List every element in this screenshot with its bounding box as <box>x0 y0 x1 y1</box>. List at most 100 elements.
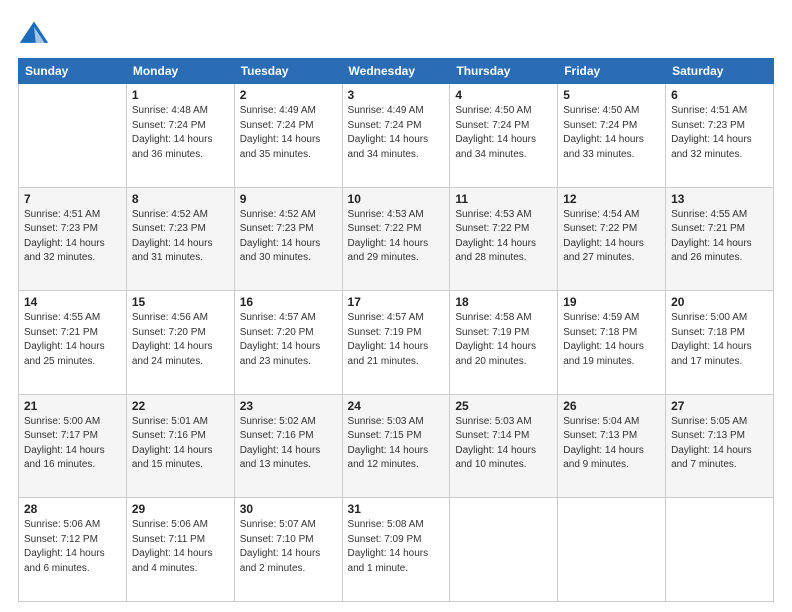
calendar-cell: 6Sunrise: 4:51 AM Sunset: 7:23 PM Daylig… <box>666 84 774 188</box>
calendar-cell <box>450 498 558 602</box>
cell-day-number: 6 <box>671 88 768 102</box>
calendar-cell: 29Sunrise: 5:06 AM Sunset: 7:11 PM Dayli… <box>126 498 234 602</box>
cell-info-text: Sunrise: 4:49 AM Sunset: 7:24 PM Dayligh… <box>240 104 337 162</box>
calendar-cell: 19 Sunrise: 4:59 AM Sunset: 7:18 PM Dayli… <box>558 291 666 395</box>
cell-day-number: 24 <box>348 399 445 413</box>
calendar-cell: 28Sunrise: 5:06 AM Sunset: 7:12 PM Dayli… <box>19 498 127 602</box>
cell-day-number: 1 <box>132 88 229 102</box>
cell-info-text: Sunrise: 4:50 AM Sunset: 7:24 PM Dayligh… <box>455 104 552 162</box>
cell-day-number: 19 <box>563 295 660 309</box>
logo-icon <box>18 18 50 50</box>
calendar-cell <box>666 498 774 602</box>
calendar-cell: 31 Sunrise: 5:08 AM Sunset: 7:09 PM Dayli… <box>342 498 450 602</box>
calendar-header-thursday: Thursday <box>450 59 558 84</box>
cell-day-number: 5 <box>563 88 660 102</box>
calendar-cell: 30 Sunrise: 5:07 AM Sunset: 7:10 PM Dayli… <box>234 498 342 602</box>
cell-info-text: Sunrise: 5:05 AM Sunset: 7:13 PM Dayligh… <box>671 415 768 473</box>
calendar-header-saturday: Saturday <box>666 59 774 84</box>
calendar-cell <box>19 84 127 188</box>
cell-info-text: Sunrise: 4:52 AM Sunset: 7:23 PM Dayligh… <box>240 208 337 266</box>
cell-info-text: Sunrise: 4:49 AM Sunset: 7:24 PM Dayligh… <box>348 104 445 162</box>
cell-info-text: Sunrise: 5:00 AM Sunset: 7:18 PM Dayligh… <box>671 311 768 369</box>
cell-day-number: 15 <box>132 295 229 309</box>
calendar-header-wednesday: Wednesday <box>342 59 450 84</box>
cell-day-number: 10 <box>348 192 445 206</box>
calendar-table: SundayMondayTuesdayWednesdayThursdayFrid… <box>18 58 774 602</box>
cell-day-number: 26 <box>563 399 660 413</box>
cell-day-number: 11 <box>455 192 552 206</box>
cell-info-text: Sunrise: 4:59 AM Sunset: 7:18 PM Dayligh… <box>563 311 660 369</box>
cell-info-text: Sunrise: 5:08 AM Sunset: 7:09 PM Dayligh… <box>348 518 445 576</box>
calendar-cell: 16 Sunrise: 4:57 AM Sunset: 7:20 PM Dayli… <box>234 291 342 395</box>
cell-info-text: Sunrise: 4:53 AM Sunset: 7:22 PM Dayligh… <box>348 208 445 266</box>
cell-day-number: 25 <box>455 399 552 413</box>
calendar-cell: 24 Sunrise: 5:03 AM Sunset: 7:15 PM Dayli… <box>342 394 450 498</box>
cell-info-text: Sunrise: 5:01 AM Sunset: 7:16 PM Dayligh… <box>132 415 229 473</box>
cell-info-text: Sunrise: 4:51 AM Sunset: 7:23 PM Dayligh… <box>24 208 121 266</box>
calendar-week-2: 14Sunrise: 4:55 AM Sunset: 7:21 PM Dayli… <box>19 291 774 395</box>
calendar-cell <box>558 498 666 602</box>
calendar-cell: 7 Sunrise: 4:51 AM Sunset: 7:23 PM Daylig… <box>19 187 127 291</box>
calendar-header-friday: Friday <box>558 59 666 84</box>
calendar-header-sunday: Sunday <box>19 59 127 84</box>
cell-day-number: 7 <box>24 192 121 206</box>
cell-day-number: 27 <box>671 399 768 413</box>
calendar-week-1: 7 Sunrise: 4:51 AM Sunset: 7:23 PM Daylig… <box>19 187 774 291</box>
calendar-week-4: 28Sunrise: 5:06 AM Sunset: 7:12 PM Dayli… <box>19 498 774 602</box>
cell-day-number: 22 <box>132 399 229 413</box>
cell-day-number: 18 <box>455 295 552 309</box>
calendar-header-monday: Monday <box>126 59 234 84</box>
cell-day-number: 21 <box>24 399 121 413</box>
cell-info-text: Sunrise: 4:57 AM Sunset: 7:20 PM Dayligh… <box>240 311 337 369</box>
cell-info-text: Sunrise: 4:55 AM Sunset: 7:21 PM Dayligh… <box>24 311 121 369</box>
cell-day-number: 12 <box>563 192 660 206</box>
calendar-header-tuesday: Tuesday <box>234 59 342 84</box>
cell-info-text: Sunrise: 4:48 AM Sunset: 7:24 PM Dayligh… <box>132 104 229 162</box>
calendar-cell: 13 Sunrise: 4:55 AM Sunset: 7:21 PM Dayli… <box>666 187 774 291</box>
cell-day-number: 9 <box>240 192 337 206</box>
cell-info-text: Sunrise: 5:06 AM Sunset: 7:11 PM Dayligh… <box>132 518 229 576</box>
cell-info-text: Sunrise: 4:58 AM Sunset: 7:19 PM Dayligh… <box>455 311 552 369</box>
calendar-cell: 26 Sunrise: 5:04 AM Sunset: 7:13 PM Dayli… <box>558 394 666 498</box>
cell-day-number: 20 <box>671 295 768 309</box>
calendar-cell: 1 Sunrise: 4:48 AM Sunset: 7:24 PM Daylig… <box>126 84 234 188</box>
calendar-cell: 3Sunrise: 4:49 AM Sunset: 7:24 PM Daylig… <box>342 84 450 188</box>
calendar-cell: 15 Sunrise: 4:56 AM Sunset: 7:20 PM Dayli… <box>126 291 234 395</box>
calendar-week-0: 1 Sunrise: 4:48 AM Sunset: 7:24 PM Daylig… <box>19 84 774 188</box>
cell-day-number: 13 <box>671 192 768 206</box>
cell-day-number: 8 <box>132 192 229 206</box>
logo <box>18 18 54 50</box>
cell-day-number: 30 <box>240 502 337 516</box>
cell-info-text: Sunrise: 4:53 AM Sunset: 7:22 PM Dayligh… <box>455 208 552 266</box>
calendar-week-3: 21Sunrise: 5:00 AM Sunset: 7:17 PM Dayli… <box>19 394 774 498</box>
cell-info-text: Sunrise: 5:03 AM Sunset: 7:15 PM Dayligh… <box>348 415 445 473</box>
cell-day-number: 28 <box>24 502 121 516</box>
cell-day-number: 31 <box>348 502 445 516</box>
calendar-cell: 22 Sunrise: 5:01 AM Sunset: 7:16 PM Dayli… <box>126 394 234 498</box>
cell-day-number: 2 <box>240 88 337 102</box>
cell-info-text: Sunrise: 4:50 AM Sunset: 7:24 PM Dayligh… <box>563 104 660 162</box>
calendar-cell: 11 Sunrise: 4:53 AM Sunset: 7:22 PM Dayli… <box>450 187 558 291</box>
calendar-cell: 12 Sunrise: 4:54 AM Sunset: 7:22 PM Dayli… <box>558 187 666 291</box>
cell-info-text: Sunrise: 4:54 AM Sunset: 7:22 PM Dayligh… <box>563 208 660 266</box>
cell-day-number: 17 <box>348 295 445 309</box>
cell-info-text: Sunrise: 4:52 AM Sunset: 7:23 PM Dayligh… <box>132 208 229 266</box>
calendar-cell: 2 Sunrise: 4:49 AM Sunset: 7:24 PM Daylig… <box>234 84 342 188</box>
cell-info-text: Sunrise: 4:55 AM Sunset: 7:21 PM Dayligh… <box>671 208 768 266</box>
cell-day-number: 4 <box>455 88 552 102</box>
cell-info-text: Sunrise: 5:07 AM Sunset: 7:10 PM Dayligh… <box>240 518 337 576</box>
calendar-cell: 17Sunrise: 4:57 AM Sunset: 7:19 PM Dayli… <box>342 291 450 395</box>
cell-info-text: Sunrise: 5:02 AM Sunset: 7:16 PM Dayligh… <box>240 415 337 473</box>
calendar-header-row: SundayMondayTuesdayWednesdayThursdayFrid… <box>19 59 774 84</box>
cell-day-number: 16 <box>240 295 337 309</box>
cell-info-text: Sunrise: 4:56 AM Sunset: 7:20 PM Dayligh… <box>132 311 229 369</box>
cell-info-text: Sunrise: 5:04 AM Sunset: 7:13 PM Dayligh… <box>563 415 660 473</box>
calendar-cell: 20 Sunrise: 5:00 AM Sunset: 7:18 PM Dayli… <box>666 291 774 395</box>
calendar-cell: 4 Sunrise: 4:50 AM Sunset: 7:24 PM Daylig… <box>450 84 558 188</box>
header <box>18 18 774 50</box>
calendar-cell: 25Sunrise: 5:03 AM Sunset: 7:14 PM Dayli… <box>450 394 558 498</box>
calendar-cell: 9 Sunrise: 4:52 AM Sunset: 7:23 PM Daylig… <box>234 187 342 291</box>
calendar-cell: 8 Sunrise: 4:52 AM Sunset: 7:23 PM Daylig… <box>126 187 234 291</box>
calendar-cell: 18 Sunrise: 4:58 AM Sunset: 7:19 PM Dayli… <box>450 291 558 395</box>
calendar-cell: 23Sunrise: 5:02 AM Sunset: 7:16 PM Dayli… <box>234 394 342 498</box>
